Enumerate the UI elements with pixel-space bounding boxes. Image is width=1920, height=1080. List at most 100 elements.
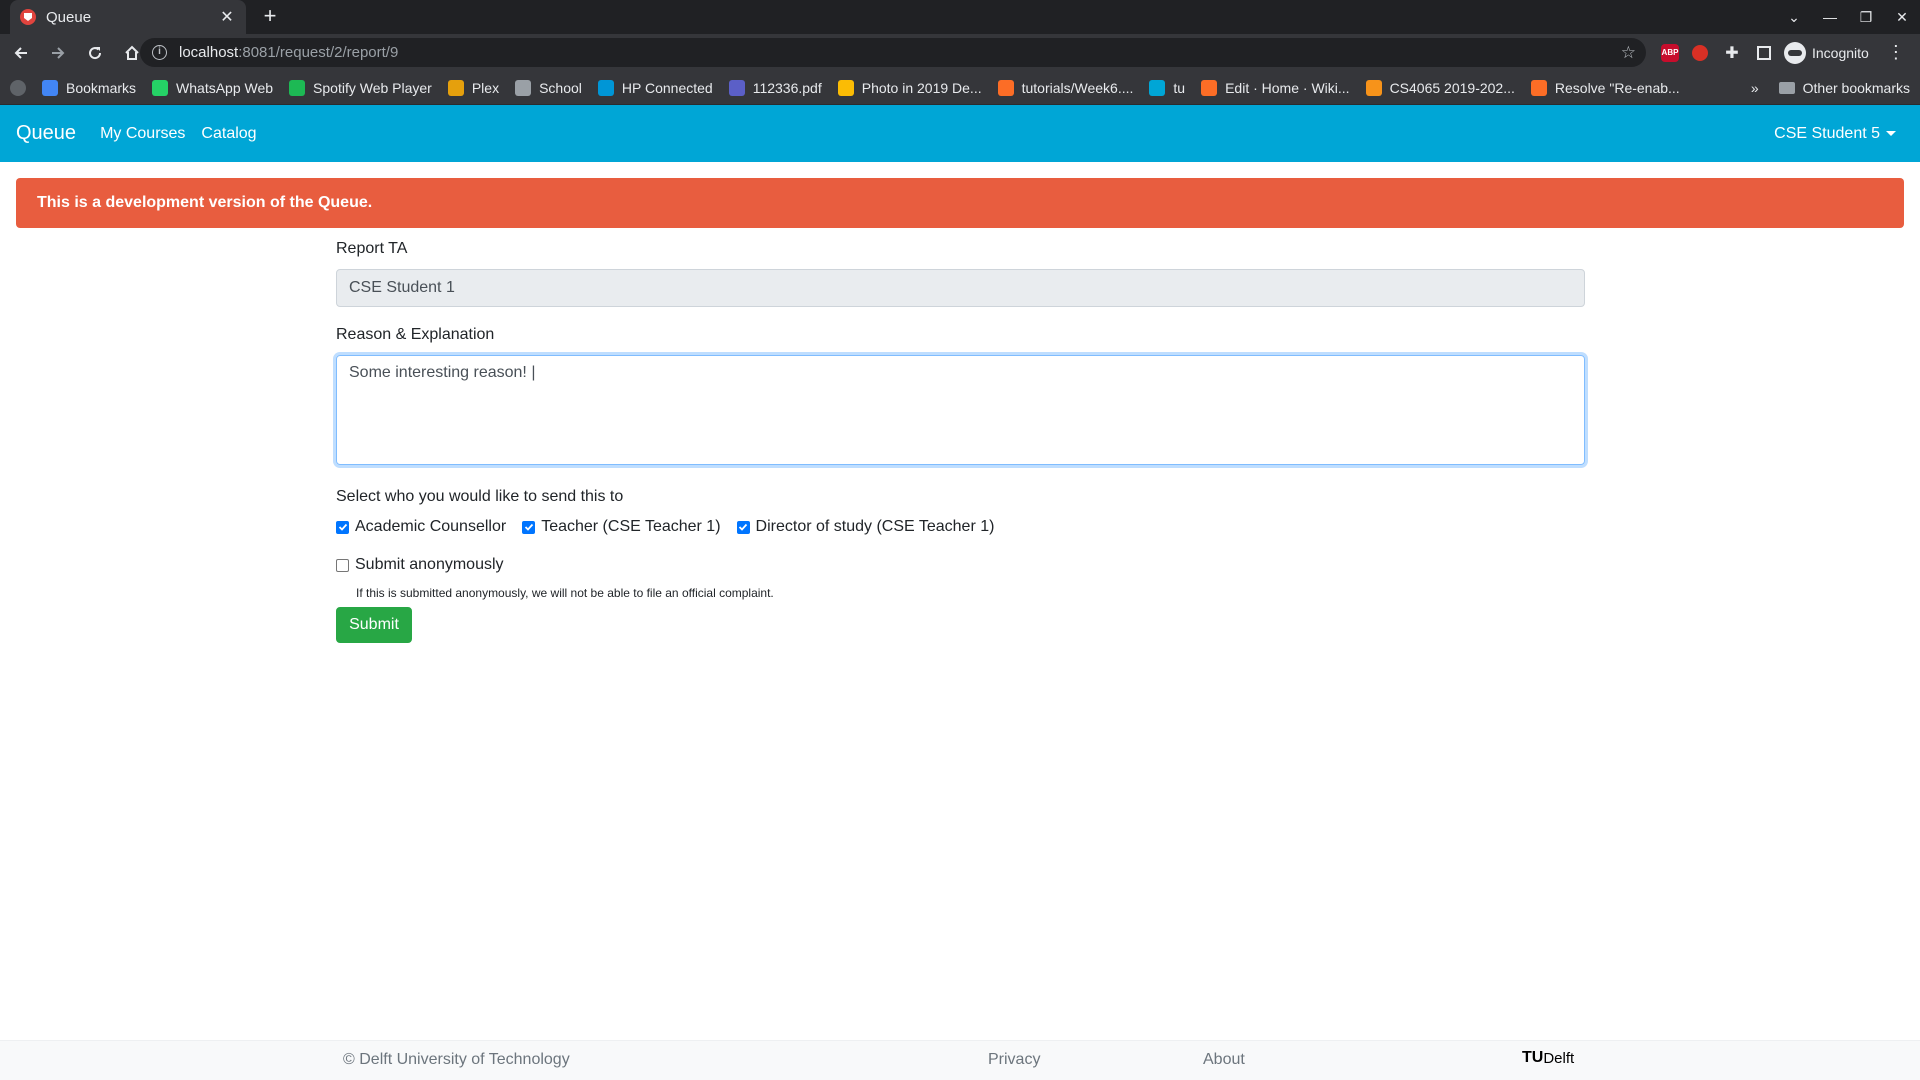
bookmark-item[interactable]: 112336.pdf [728,79,822,96]
close-window-icon[interactable]: ✕ [1884,9,1920,26]
bookmarks-right: » Other bookmarks [1751,71,1910,105]
bookmark-favicon-icon [1149,79,1166,96]
dev-alert: This is a development version of the Que… [16,178,1904,228]
bookmark-favicon-icon [152,79,169,96]
apps-icon[interactable] [10,79,26,96]
address-bar[interactable]: i localhost:8081/request/2/report/9 ☆ [140,38,1646,67]
footer: © Delft University of Technology Privacy… [0,1040,1920,1080]
browser-menu-icon[interactable]: ⋮ [1887,42,1905,63]
bookmark-label: 112336.pdf [752,79,822,96]
minimize-icon[interactable]: — [1812,9,1848,25]
checkbox-checked-icon[interactable] [736,520,750,534]
bookmark-favicon-icon [597,79,614,96]
submit-button[interactable]: Submit [336,607,412,643]
checkbox-checked-icon[interactable] [336,520,349,534]
anon-note: If this is submitted anonymously, we wil… [356,586,774,600]
nav-catalog[interactable]: Catalog [201,125,256,143]
extensions-area: ABP ✚ Incognito ⋮ [1656,34,1905,71]
side-panel-icon[interactable] [1753,42,1775,64]
incognito-icon [1784,41,1806,64]
bookmark-label: HP Connected [621,79,713,96]
user-dropdown[interactable]: CSE Student 5 [1774,105,1896,162]
browser-tab[interactable]: Queue ✕ [10,0,246,34]
bookmark-item[interactable]: Resolve "Re-enab... [1530,79,1680,96]
incognito-label: Incognito [1812,44,1869,61]
bookmark-label: tutorials/Week6.... [1021,79,1134,96]
bookmark-favicon-icon [1201,79,1218,96]
bookmark-star-icon[interactable]: ☆ [1621,43,1636,63]
anon-label: Submit anonymously [355,556,504,573]
bookmark-item[interactable]: WhatsApp Web [152,79,274,96]
bookmark-favicon-icon [997,79,1014,96]
bookmark-favicon-icon [515,79,532,96]
bookmark-label: CS4065 2019-202... [1389,79,1515,96]
bookmark-label: Resolve "Re-enab... [1554,79,1680,96]
recipient-label: Teacher (CSE Teacher 1) [541,518,721,535]
restore-icon[interactable]: ❐ [1848,9,1884,26]
reason-textarea[interactable]: Some interesting reason! | [336,355,1585,465]
recipient-academic-counsellor[interactable]: Academic Counsellor [336,518,506,536]
footer-about-link[interactable]: About [1203,1051,1245,1069]
incognito-indicator[interactable]: Incognito [1784,41,1869,64]
new-tab-icon[interactable]: + [258,4,282,28]
bookmark-label: WhatsApp Web [176,79,274,96]
bookmark-label: Photo in 2019 De... [861,79,982,96]
bookmark-item[interactable]: School [515,79,582,96]
tudelft-logo: TU Delft [1522,1049,1574,1067]
report-ta-input: CSE Student 1 [336,269,1585,307]
bookmark-favicon-icon [728,79,745,96]
hand-extension-icon[interactable] [1689,42,1711,64]
bookmark-item[interactable]: HP Connected [597,79,713,96]
tab-search-icon[interactable]: ⌄ [1776,9,1812,26]
puzzle-extensions-icon[interactable]: ✚ [1721,42,1743,64]
bookmark-label: Edit · Home · Wiki... [1225,79,1350,96]
other-bookmarks[interactable]: Other bookmarks [1803,80,1910,96]
bookmarks-bar: Bookmarks WhatsApp Web Spotify Web Player P… [0,71,1920,105]
caret-down-icon [1886,131,1896,136]
folder-icon [1778,82,1795,94]
bookmark-item[interactable]: Bookmarks [42,79,137,96]
url-host: localhost [179,44,239,61]
bookmark-label: Plex [471,79,500,96]
brand-link[interactable]: Queue [16,122,76,145]
forward-icon[interactable] [42,37,74,69]
reload-icon[interactable] [79,37,111,69]
footer-privacy-link[interactable]: Privacy [988,1051,1040,1069]
recipient-teacher[interactable]: Teacher (CSE Teacher 1) [522,518,721,536]
back-icon[interactable] [5,37,37,69]
bookmark-favicon-icon [447,79,464,96]
reason-label: Reason & Explanation [336,326,495,343]
bookmarks-overflow-icon[interactable]: » [1751,80,1759,96]
bookmark-list: Bookmarks WhatsApp Web Spotify Web Player P… [42,79,1696,96]
bookmark-item[interactable]: Photo in 2019 De... [837,79,982,96]
bookmark-label: School [539,79,582,96]
window-controls: ⌄ — ❐ ✕ [1776,0,1920,34]
bookmark-item[interactable]: Plex [447,79,500,96]
site-info-icon[interactable]: i [152,45,167,60]
bookmark-favicon-icon [289,79,306,96]
recipient-label: Academic Counsellor [355,518,507,535]
submit-anonymously[interactable]: Submit anonymously [336,556,1585,574]
tab-close-icon[interactable]: ✕ [218,7,236,27]
user-name: CSE Student 5 [1774,124,1880,142]
bookmark-item[interactable]: tu [1149,79,1185,96]
adblock-extension-icon[interactable]: ABP [1661,43,1679,62]
logo-delft: Delft [1543,1050,1575,1067]
send-to-label: Select who you would like to send this t… [336,488,624,505]
recipient-director-of-study[interactable]: Director of study (CSE Teacher 1) [736,518,994,536]
bookmark-favicon-icon [837,79,854,96]
bookmark-item[interactable]: tutorials/Week6.... [997,79,1134,96]
bookmark-item[interactable]: CS4065 2019-202... [1365,79,1515,96]
bookmark-favicon-icon [1365,79,1382,96]
nav-my-courses[interactable]: My Courses [100,125,185,143]
bookmark-item[interactable]: Edit · Home · Wiki... [1201,79,1350,96]
bookmark-item[interactable]: Spotify Web Player [289,79,432,96]
checkbox-checked-icon[interactable] [522,520,536,534]
bookmark-label: Bookmarks [66,79,137,96]
recipient-checkboxes: Academic Counsellor Teacher (CSE Teacher… [336,518,1585,536]
tab-title: Queue [46,8,92,26]
queue-favicon-icon [20,9,36,25]
bookmark-label: Spotify Web Player [313,79,432,96]
url-path: :8081/request/2/report/9 [238,44,399,61]
checkbox-unchecked-icon[interactable] [336,558,349,572]
